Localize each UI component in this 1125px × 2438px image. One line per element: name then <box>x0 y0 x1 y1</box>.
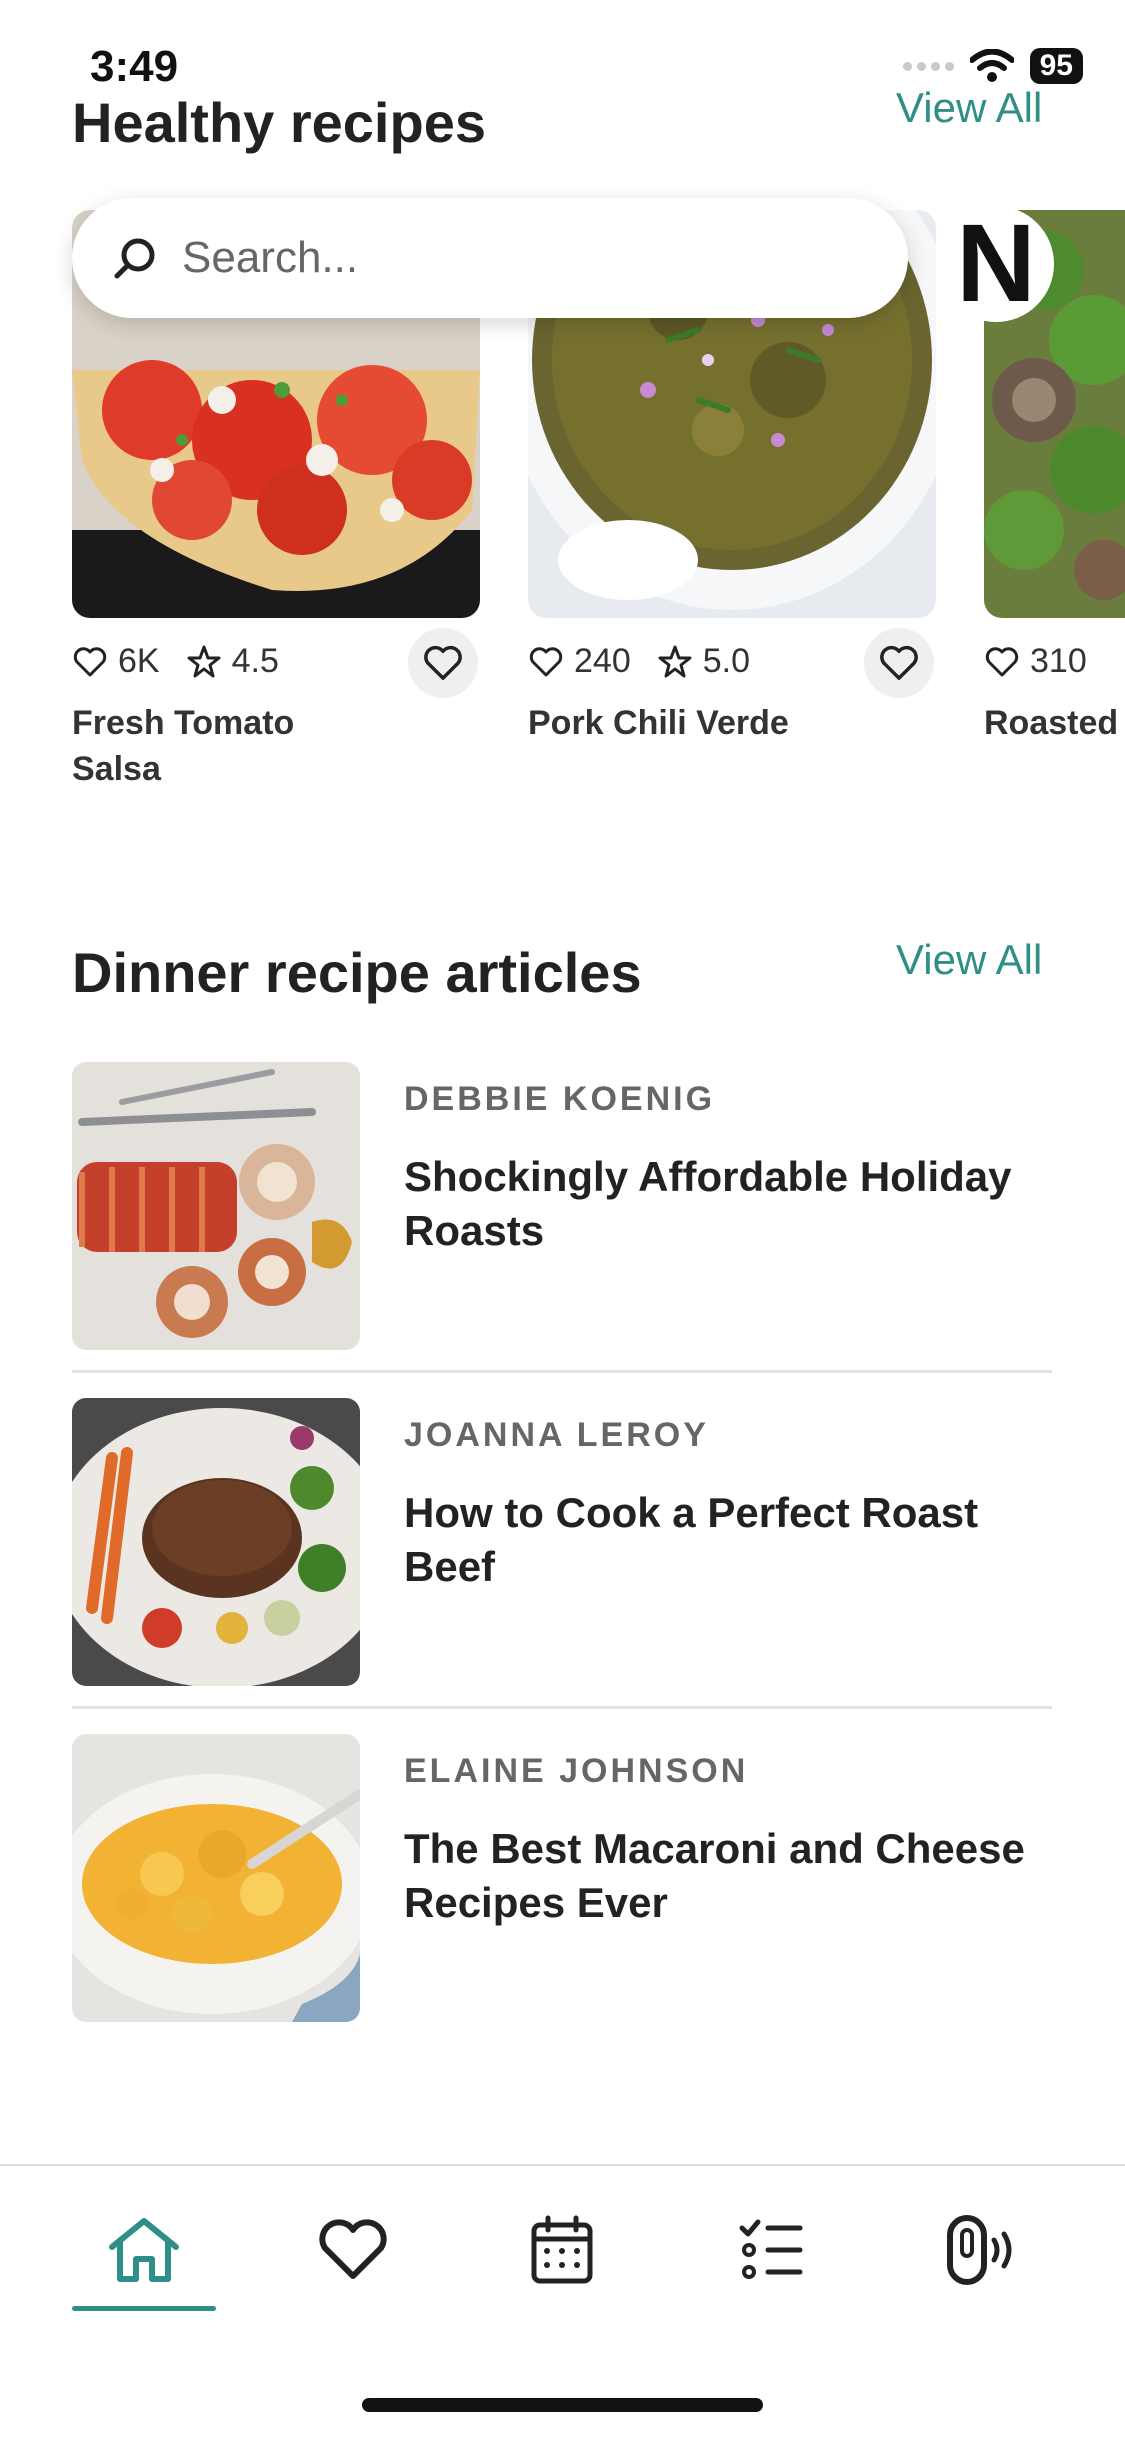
article-title[interactable]: Shockingly Affordable Holiday Roasts <box>404 1150 1044 1258</box>
home-indicator <box>362 2398 763 2412</box>
healthy-view-all-link[interactable]: View All <box>896 84 1042 132</box>
search-input[interactable] <box>180 232 784 284</box>
article-item[interactable]: JOANNA LEROY How to Cook a Perfect Roast… <box>72 1398 1052 1688</box>
cellular-signal-icon <box>902 61 954 71</box>
article-thumbnail <box>72 1398 360 1686</box>
dinner-view-all-link[interactable]: View All <box>896 936 1042 984</box>
star-outline-icon <box>658 645 692 677</box>
tab-devices[interactable] <box>908 2202 1052 2298</box>
calendar-icon <box>531 2215 593 2284</box>
rating-value: 5.0 <box>702 642 750 680</box>
wifi-icon <box>969 49 1014 82</box>
healthy-recipes-title: Healthy recipes <box>72 91 486 154</box>
article-author: DEBBIE KOENIG <box>404 1080 716 1118</box>
article-author: ELAINE JOHNSON <box>404 1752 749 1790</box>
article-title[interactable]: How to Cook a Perfect Roast Beef <box>404 1486 1044 1594</box>
recipe-title[interactable]: Pork Chili Verde <box>528 700 928 746</box>
dinner-articles-title: Dinner recipe articles <box>72 941 642 1004</box>
search-bar[interactable] <box>72 198 908 318</box>
bottom-tab-bar <box>0 2164 1125 2438</box>
star-outline-icon <box>187 645 221 677</box>
article-author: JOANNA LEROY <box>404 1416 709 1454</box>
tab-planner[interactable] <box>490 2202 634 2298</box>
heart-icon <box>880 645 918 680</box>
divider <box>72 1370 1052 1373</box>
recipe-meta-roasted: 310 <box>984 642 1087 681</box>
active-tab-indicator <box>72 2306 216 2311</box>
recipe-meta-pork-chili-verde: 240 5.0 <box>528 642 750 681</box>
article-thumbnail <box>72 1734 360 2022</box>
battery-indicator: 95 <box>1029 48 1083 84</box>
search-icon <box>114 238 155 279</box>
heart-icon <box>424 645 462 680</box>
heart-outline-icon <box>529 646 563 676</box>
status-time: 3:49 <box>90 42 179 91</box>
home-icon <box>109 2218 179 2282</box>
favorite-button[interactable] <box>408 628 478 698</box>
article-item[interactable]: ELAINE JOHNSON The Best Macaroni and Che… <box>72 1734 1052 2024</box>
recipe-title[interactable]: Roasted and Mus <box>984 700 1125 746</box>
tab-favorites[interactable] <box>281 2202 425 2298</box>
tab-home[interactable] <box>72 2202 216 2298</box>
likes-count: 240 <box>574 642 631 680</box>
smart-device-icon <box>947 2215 1012 2285</box>
tab-shopping-list[interactable] <box>699 2202 843 2298</box>
brand-logo: N <box>938 206 1054 322</box>
heart-outline-icon <box>73 646 107 676</box>
rating-value: 4.5 <box>231 642 279 680</box>
recipe-meta-fresh-tomato-salsa: 6K 4.5 <box>72 642 279 681</box>
favorite-button[interactable] <box>864 628 934 698</box>
recipe-title[interactable]: Fresh Tomato Salsa <box>72 700 372 792</box>
divider <box>72 1706 1052 1709</box>
status-indicators: 95 <box>902 48 1083 84</box>
likes-count: 6K <box>118 642 160 680</box>
likes-count: 310 <box>1030 642 1087 680</box>
heart-icon <box>319 2219 387 2279</box>
checklist-icon <box>739 2219 803 2279</box>
article-item[interactable]: DEBBIE KOENIG Shockingly Affordable Holi… <box>72 1062 1052 1352</box>
article-thumbnail <box>72 1062 360 1350</box>
brand-logo-text: N <box>956 206 1036 322</box>
article-title[interactable]: The Best Macaroni and Cheese Recipes Eve… <box>404 1822 1044 1930</box>
heart-outline-icon <box>985 646 1019 676</box>
